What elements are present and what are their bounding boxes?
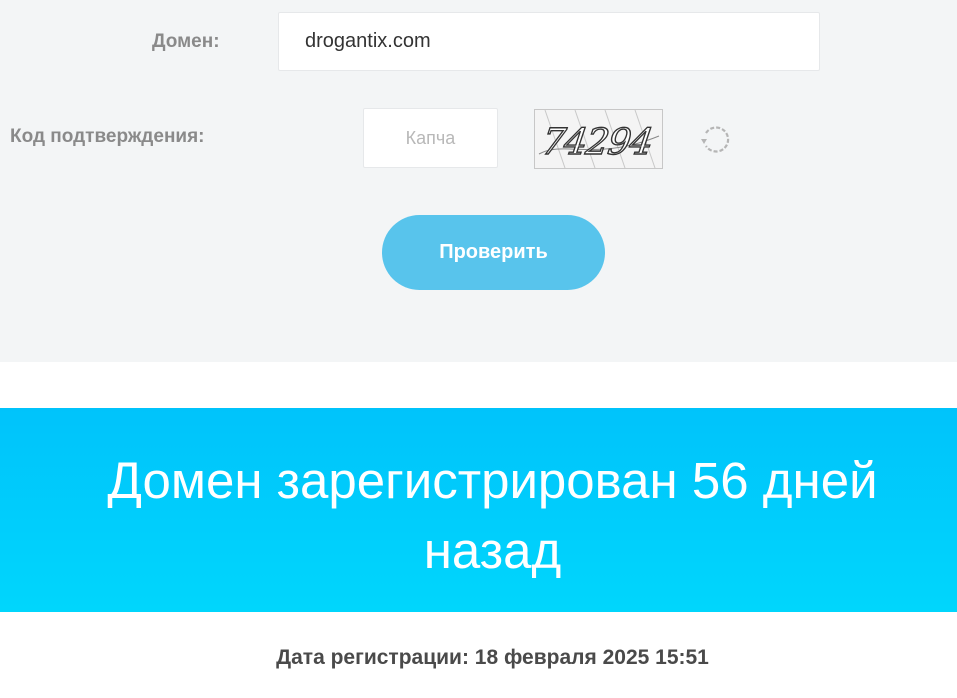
domain-label: Домен: <box>152 31 220 52</box>
captcha-label: Код подтверждения: <box>10 126 205 147</box>
result-banner: Домен зарегистрирован 56 дней назад <box>0 408 957 612</box>
captcha-code: 74294 <box>540 120 655 163</box>
captcha-image: 74294 <box>534 109 663 169</box>
captcha-input[interactable] <box>363 108 498 168</box>
check-button[interactable]: Проверить <box>382 215 605 290</box>
registration-date: Дата регистрации: 18 февраля 2025 15:51 <box>276 646 709 669</box>
domain-age-headline: Домен зарегистрирован 56 дней назад <box>107 452 878 579</box>
refresh-icon[interactable] <box>697 121 733 157</box>
domain-check-form: Домен: Код подтверждения: 74294 Проверит… <box>0 0 957 362</box>
domain-input[interactable] <box>278 12 820 71</box>
